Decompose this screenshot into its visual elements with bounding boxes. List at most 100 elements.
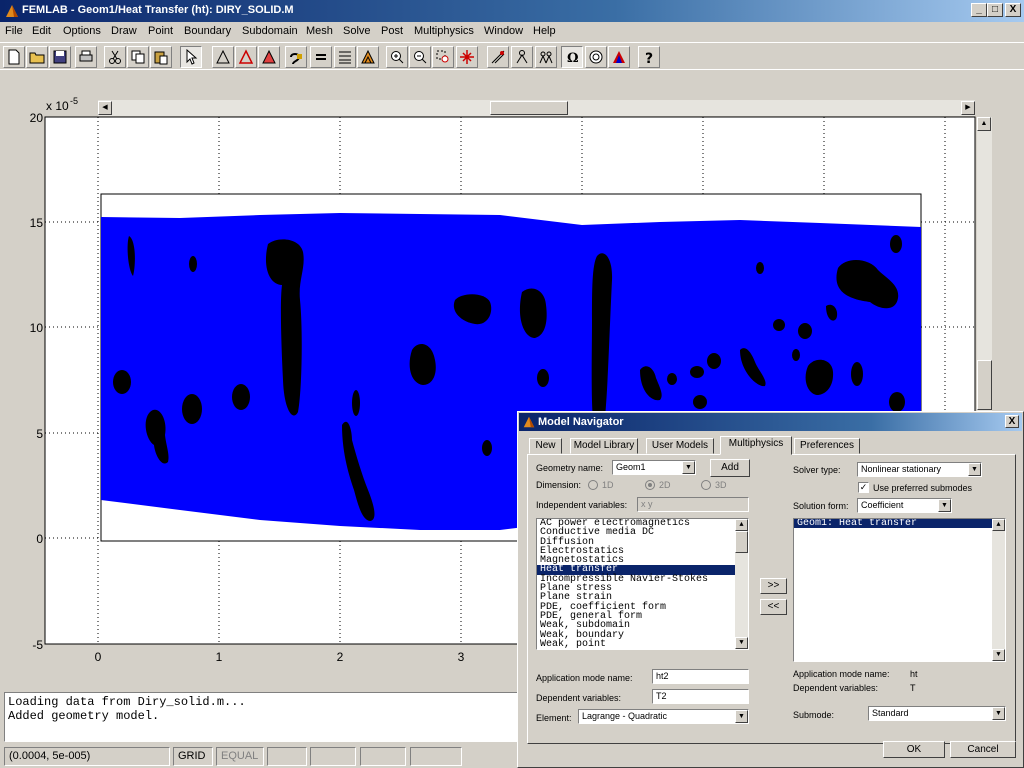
print-icon[interactable] xyxy=(75,46,97,68)
menu-draw[interactable]: Draw xyxy=(111,25,137,37)
menu-window[interactable]: Window xyxy=(484,25,523,37)
menu-point[interactable]: Point xyxy=(148,25,173,37)
menu-subdomain[interactable]: Subdomain xyxy=(242,25,298,37)
post-icon[interactable] xyxy=(608,46,630,68)
y-tick-label: -5 xyxy=(32,638,43,652)
application-mode-name-input[interactable]: ht2 xyxy=(652,669,749,684)
chevron-down-icon[interactable]: ▼ xyxy=(992,707,1005,720)
title-bar: FEMLAB - Geom1/Heat Transfer (ht): DIRY_… xyxy=(0,0,1024,22)
select-arrow-icon[interactable] xyxy=(180,46,202,68)
zoom-extents-icon[interactable] xyxy=(456,46,478,68)
ok-button[interactable]: OK xyxy=(883,741,945,758)
submode-select[interactable]: Standard ▼ xyxy=(868,706,1006,721)
status-slot xyxy=(310,747,356,766)
omega-icon[interactable]: Ω xyxy=(561,46,583,68)
zoom-in-icon[interactable] xyxy=(386,46,408,68)
element-select[interactable]: Lagrange - Quadratic ▼ xyxy=(578,709,749,724)
solver-type-value: Nonlinear stationary xyxy=(861,464,942,474)
chevron-down-icon[interactable]: ▼ xyxy=(735,710,748,723)
plot-icon[interactable] xyxy=(585,46,607,68)
model-list[interactable]: Geom1: Heat transfer ▲ ▼ xyxy=(793,518,1006,662)
subdomain-settings-icon[interactable] xyxy=(285,46,307,68)
close-button[interactable]: X xyxy=(1005,3,1021,17)
new-file-icon[interactable] xyxy=(3,46,25,68)
scroll-down-icon[interactable]: ▼ xyxy=(735,637,748,649)
copy-icon[interactable] xyxy=(127,46,149,68)
modes-scroll-thumb[interactable] xyxy=(735,531,748,553)
menu-help[interactable]: Help xyxy=(533,25,556,37)
menu-multiphysics[interactable]: Multiphysics xyxy=(414,25,474,37)
tab-preferences[interactable]: Preferences xyxy=(794,438,860,454)
chevron-down-icon[interactable]: ▼ xyxy=(938,499,951,512)
zoom-out-icon[interactable] xyxy=(409,46,431,68)
model-list-scrollbar[interactable]: ▲ ▼ xyxy=(992,519,1005,661)
draw-mode-icon[interactable] xyxy=(212,46,234,68)
scroll-up-icon[interactable]: ▲ xyxy=(992,519,1005,531)
maximize-button[interactable]: □ xyxy=(987,3,1003,17)
mesh-refine-icon[interactable] xyxy=(357,46,379,68)
minimize-button[interactable]: _ xyxy=(971,3,987,17)
mesh-icon[interactable] xyxy=(334,46,356,68)
scroll-right-icon[interactable]: ▶ xyxy=(961,101,975,115)
tab-model-library[interactable]: Model Library xyxy=(570,438,638,454)
open-folder-icon[interactable] xyxy=(26,46,48,68)
chevron-down-icon[interactable]: ▼ xyxy=(968,463,981,476)
menu-post[interactable]: Post xyxy=(381,25,403,37)
grid-toggle[interactable]: GRID xyxy=(173,747,213,766)
application-modes-list[interactable]: AC power electromagnetics Conductive med… xyxy=(536,518,749,650)
dimension-1d-radio[interactable] xyxy=(588,480,598,490)
menu-edit[interactable]: Edit xyxy=(32,25,51,37)
scroll-up-icon[interactable]: ▲ xyxy=(977,117,991,131)
dialog-close-button[interactable]: X xyxy=(1005,415,1019,428)
cut-icon[interactable] xyxy=(104,46,126,68)
add-geometry-button[interactable]: Add xyxy=(710,459,750,477)
list-item-selected[interactable]: Geom1: Heat transfer xyxy=(794,519,992,529)
geometry-name-select[interactable]: Geom1 ▼ xyxy=(612,460,696,475)
modes-list-scrollbar[interactable]: ▲ ▼ xyxy=(735,519,748,649)
tab-new[interactable]: New xyxy=(529,438,562,454)
dimension-2d-radio[interactable] xyxy=(645,480,655,490)
tab-user-models[interactable]: User Models xyxy=(646,438,714,454)
y-tick-label: 5 xyxy=(36,427,43,441)
remove-mode-button[interactable]: << xyxy=(760,599,787,615)
equal-toggle[interactable]: EQUAL xyxy=(216,747,264,766)
horizontal-scrollbar[interactable]: ◀ ▶ xyxy=(98,100,975,116)
log-line: Added geometry model. xyxy=(8,709,160,723)
vertical-scrollbar[interactable]: ▲ xyxy=(977,117,992,413)
subdomain-mode-icon[interactable] xyxy=(258,46,280,68)
help-icon[interactable]: ? xyxy=(638,46,660,68)
solve-param-icon[interactable] xyxy=(535,46,557,68)
solution-form-select[interactable]: Coefficient ▼ xyxy=(857,498,952,513)
vertical-scroll-thumb[interactable] xyxy=(977,360,992,410)
save-icon[interactable] xyxy=(49,46,71,68)
dependent-variables-input[interactable]: T2 xyxy=(652,689,749,704)
menu-mesh[interactable]: Mesh xyxy=(306,25,333,37)
scroll-up-icon[interactable]: ▲ xyxy=(735,519,748,531)
paste-icon[interactable] xyxy=(150,46,172,68)
horizontal-scroll-thumb[interactable] xyxy=(490,101,568,115)
use-preferred-submodes-checkbox[interactable]: ✓ xyxy=(858,482,869,493)
add-mode-button[interactable]: >> xyxy=(760,578,787,594)
mesh-mode-icon[interactable] xyxy=(487,46,509,68)
list-item[interactable]: Weak, point xyxy=(537,639,748,649)
solution-form-label: Solution form: xyxy=(793,501,849,511)
cancel-button[interactable]: Cancel xyxy=(950,741,1016,758)
y-tick-label: 0 xyxy=(36,532,43,546)
boundary-mode-icon[interactable] xyxy=(235,46,257,68)
solver-type-select[interactable]: Nonlinear stationary ▼ xyxy=(857,462,982,477)
menu-solve[interactable]: Solve xyxy=(343,25,371,37)
independent-variables-field: x y xyxy=(637,497,749,512)
dimension-3d-radio[interactable] xyxy=(701,480,711,490)
scroll-down-icon[interactable]: ▼ xyxy=(992,649,1005,661)
menu-options[interactable]: Options xyxy=(63,25,101,37)
dimension-label: Dimension: xyxy=(536,480,582,490)
zoom-window-icon[interactable] xyxy=(432,46,454,68)
menu-boundary[interactable]: Boundary xyxy=(184,25,231,37)
chevron-down-icon[interactable]: ▼ xyxy=(682,461,695,474)
tab-multiphysics[interactable]: Multiphysics xyxy=(720,436,792,455)
scroll-left-icon[interactable]: ◀ xyxy=(98,101,112,115)
equals-icon[interactable] xyxy=(310,46,332,68)
solve-icon[interactable] xyxy=(511,46,533,68)
svg-text:?: ? xyxy=(645,51,653,65)
menu-file[interactable]: File xyxy=(5,25,23,37)
